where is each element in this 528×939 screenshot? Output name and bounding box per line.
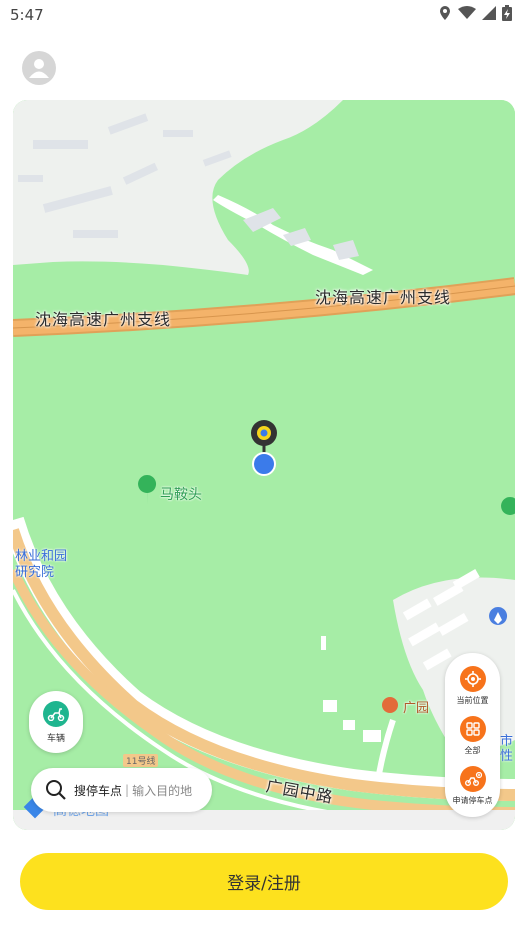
status-icons [438, 5, 512, 21]
location-icon [438, 5, 452, 21]
search-parking-input[interactable]: 搜停车点 | 输入目的地 [31, 768, 212, 812]
search-separator: | [125, 783, 130, 797]
poi-label-partial-city: 市 [500, 734, 514, 749]
signal-icon [482, 6, 496, 20]
vehicle-button[interactable]: 车辆 [29, 691, 83, 753]
locate-icon [459, 666, 486, 692]
current-location-label: 当前位置 [456, 696, 489, 705]
login-register-button[interactable]: 登录/注册 [20, 853, 508, 910]
scooter-icon [43, 700, 69, 727]
apply-parking-label: 申请停车点 [452, 796, 493, 805]
app-screen: 5:47 沈海高速广州支线 沈海高速广州支线 广园中路 马鞍头 广园 林业和园 … [0, 0, 528, 939]
search-main-label: 搜停车点 [74, 783, 123, 798]
map-view[interactable]: 沈海高速广州支线 沈海高速广州支线 广园中路 马鞍头 广园 林业和园 研究院 1… [13, 100, 515, 830]
vehicle-label: 车辆 [46, 733, 65, 744]
current-location-button[interactable]: 当前位置 [445, 666, 500, 706]
scooter-add-icon [459, 766, 486, 792]
wifi-icon [458, 6, 476, 20]
show-all-label: 全部 [464, 746, 481, 755]
road-label-shenhai-right: 沈海高速广州支线 [315, 288, 452, 307]
battery-charging-icon [502, 5, 512, 21]
search-icon [46, 780, 66, 800]
status-time: 5:47 [10, 6, 44, 24]
map-side-panel: 当前位置 全部 申请停车点 [445, 653, 500, 817]
user-avatar-button[interactable] [22, 51, 56, 85]
metro-line-label: 11号线 [123, 754, 159, 767]
poi-label-maantou[interactable]: 马鞍头 [160, 484, 202, 504]
show-all-button[interactable]: 全部 [445, 716, 500, 756]
poi-label-institute: 研究院 [15, 565, 55, 580]
poi-label-guangyuan[interactable]: 广园 [403, 697, 429, 716]
road-label-shenhai-left: 沈海高速广州支线 [35, 310, 172, 329]
status-bar: 5:47 [0, 0, 528, 30]
map-canvas [13, 100, 515, 830]
search-placeholder: 输入目的地 [132, 783, 193, 798]
poi-label-partial-xing: 性 [500, 749, 514, 764]
grid-icon [459, 716, 486, 742]
user-avatar-icon [29, 59, 49, 78]
poi-label-forestry: 林业和园 [15, 549, 68, 564]
apply-parking-button[interactable]: 申请停车点 [445, 766, 500, 806]
